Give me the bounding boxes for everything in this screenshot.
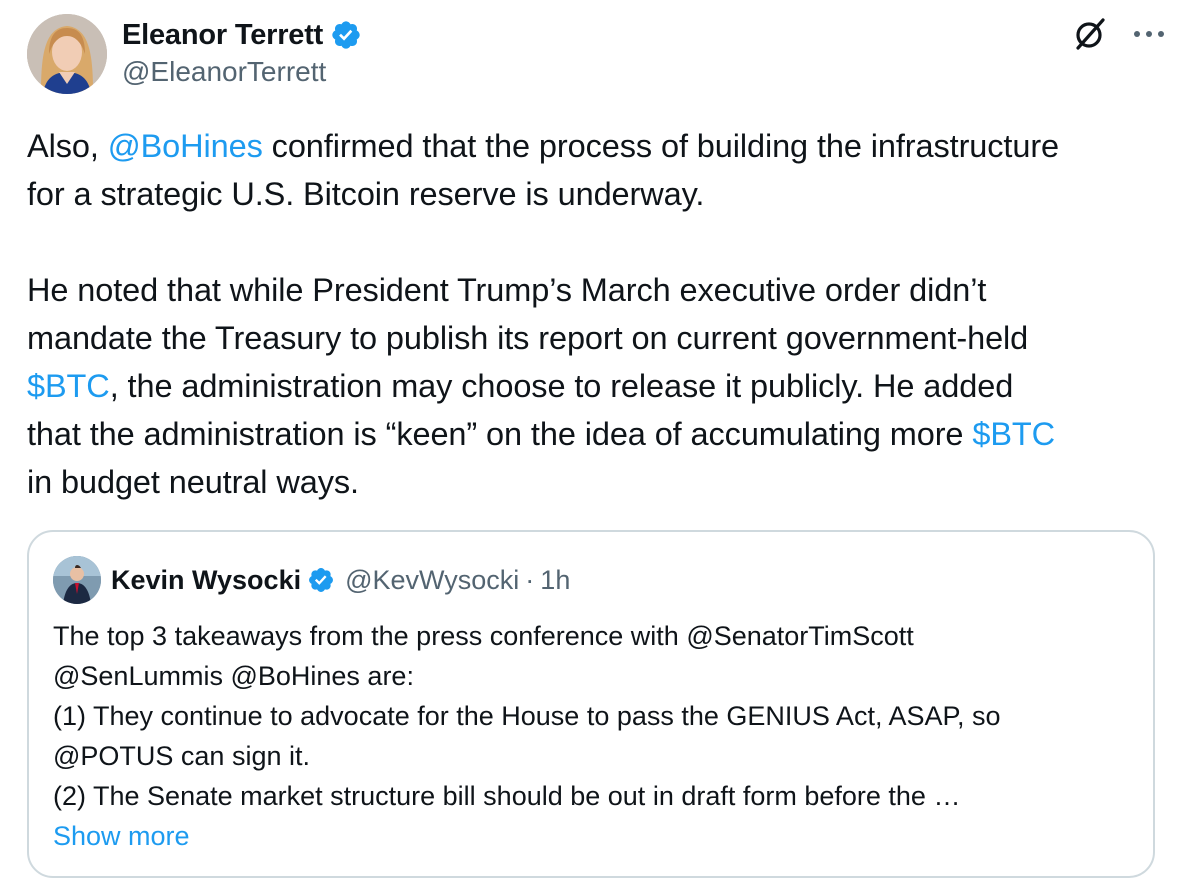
quoted-line: @POTUS can sign it. <box>53 741 310 771</box>
tweet-line: mandate the Treasury to publish its repo… <box>27 320 1029 356</box>
mention-link[interactable]: @BoHines <box>108 128 263 164</box>
quoted-line: (1) They continue to advocate for the Ho… <box>53 701 1001 731</box>
tweet-line: Also, @BoHines confirmed that the proces… <box>27 122 1167 170</box>
quoted-author-name[interactable]: Kevin Wysocki <box>111 565 301 596</box>
more-options-icon[interactable] <box>1130 16 1168 52</box>
tweet-line: in budget neutral ways. <box>27 464 359 500</box>
quoted-author-avatar[interactable] <box>53 556 101 604</box>
author-avatar[interactable] <box>27 14 107 94</box>
quoted-tweet-text: The top 3 takeaways from the press confe… <box>53 616 1133 856</box>
quoted-line: The top 3 takeaways from the press confe… <box>53 621 914 651</box>
tweet-line: for a strategic U.S. Bitcoin reserve is … <box>27 176 705 212</box>
author-handle[interactable]: @EleanorTerrett <box>122 56 326 88</box>
verified-badge-icon[interactable] <box>307 566 335 594</box>
text-segment: , the administration may choose to relea… <box>109 368 1014 404</box>
cashtag-link[interactable]: $BTC <box>972 416 1055 452</box>
author-name[interactable]: Eleanor Terrett <box>122 19 323 52</box>
show-more-link[interactable]: Show more <box>53 816 1133 856</box>
quoted-line: @SenLummis @BoHines are: <box>53 661 414 691</box>
text-segment: confirmed that the process of building t… <box>262 128 1060 164</box>
separator-dot: · <box>525 564 535 595</box>
tweet-line: that the administration is “keen” on the… <box>27 410 1167 458</box>
cashtag-link[interactable]: $BTC <box>27 368 110 404</box>
quoted-author-handle[interactable]: @KevWysocki <box>345 565 519 596</box>
grok-icon[interactable] <box>1072 16 1108 52</box>
tweet-text: Also, @BoHines confirmed that the proces… <box>27 122 1167 506</box>
verified-badge-icon[interactable] <box>330 19 362 51</box>
text-segment: that the administration is “keen” on the… <box>27 416 973 452</box>
tweet-line: $BTC, the administration may choose to r… <box>27 362 1167 410</box>
quoted-timestamp[interactable]: 1h <box>540 565 570 596</box>
quoted-line: (2) The Senate market structure bill sho… <box>53 781 961 811</box>
quoted-tweet-card[interactable]: Kevin Wysocki @KevWysocki · 1h The top 3… <box>27 530 1155 878</box>
tweet-line: He noted that while President Trump’s Ma… <box>27 272 987 308</box>
text-segment: Also, <box>27 128 108 164</box>
